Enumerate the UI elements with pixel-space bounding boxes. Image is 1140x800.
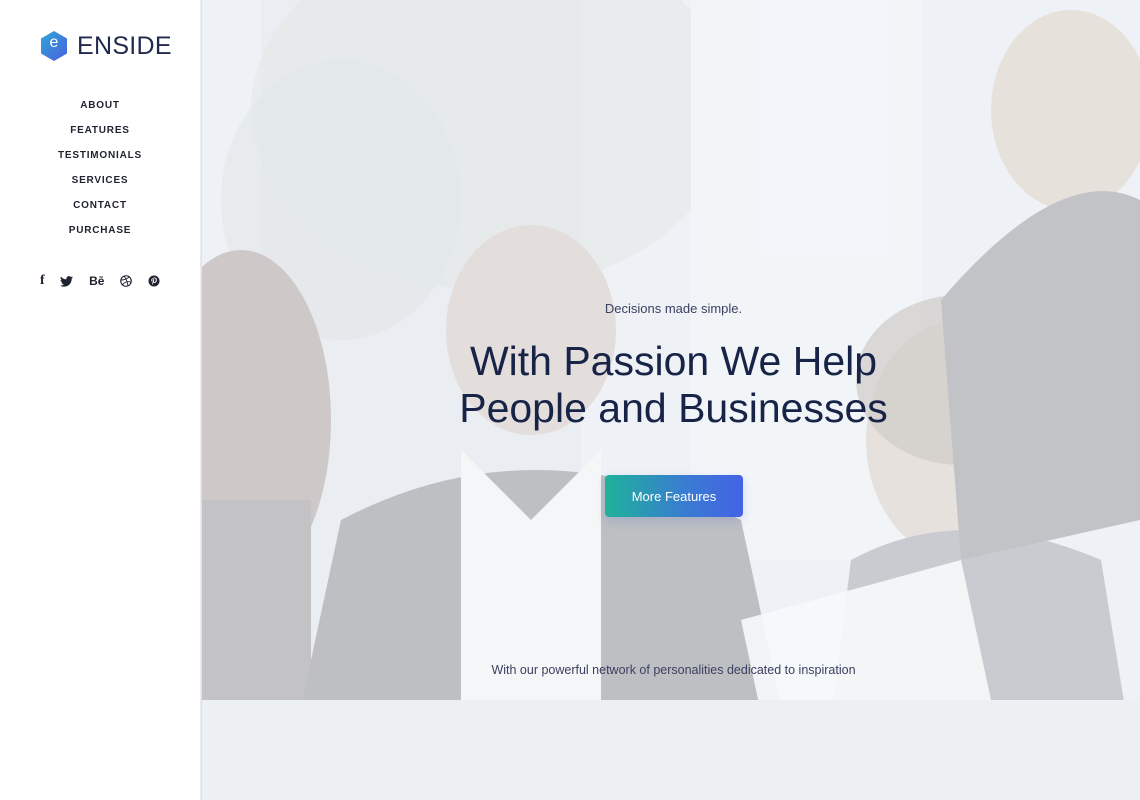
twitter-icon[interactable] (60, 272, 74, 290)
hero-headline-line-1: With Passion We Help (469, 338, 878, 384)
nav-item-testimonials[interactable]: TESTIMONIALS (0, 146, 200, 171)
hero-content: Decisions made simple. With Passion We H… (201, 0, 1140, 800)
logo-letter: e (49, 34, 59, 51)
pinterest-icon[interactable] (148, 272, 160, 290)
nav-item-contact[interactable]: CONTACT (0, 196, 200, 221)
sidebar: e ENSIDE ABOUT FEATURES TESTIMONIALS SER… (0, 0, 201, 800)
dribbble-icon[interactable] (120, 272, 133, 290)
brand-name: ENSIDE (77, 31, 172, 60)
hero-headline: With Passion We Help People and Business… (201, 338, 1140, 432)
nav-item-purchase[interactable]: PURCHASE (0, 221, 200, 246)
hero-tagline: With our powerful network of personaliti… (491, 663, 856, 677)
hero-headline-line-2: People and Businesses (459, 385, 888, 431)
main-nav: ABOUT FEATURES TESTIMONIALS SERVICES CON… (0, 96, 200, 246)
social-links: f Bē (40, 272, 160, 290)
nav-item-services[interactable]: SERVICES (0, 171, 200, 196)
nav-item-about[interactable]: ABOUT (0, 96, 200, 121)
hero-section: Decisions made simple. With Passion We H… (201, 0, 1140, 800)
logo-hexagon-icon: e (40, 30, 68, 62)
logo[interactable]: e ENSIDE (40, 30, 172, 62)
facebook-icon[interactable]: f (40, 272, 45, 290)
hero-eyebrow: Decisions made simple. (604, 301, 743, 316)
more-features-button[interactable]: More Features (605, 475, 743, 517)
nav-item-features[interactable]: FEATURES (0, 121, 200, 146)
behance-icon[interactable]: Bē (89, 272, 104, 290)
